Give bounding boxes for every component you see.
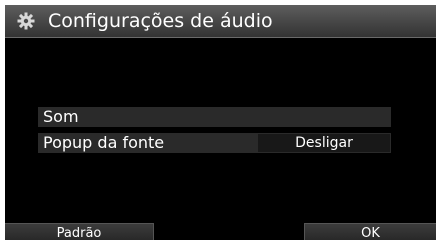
menu-item-label: Popup da fonte — [43, 133, 165, 152]
page-title: Configurações de áudio — [48, 10, 273, 32]
menu-item-label: Som — [43, 107, 79, 126]
title-bar: Configurações de áudio — [5, 5, 436, 38]
gear-icon — [17, 12, 35, 30]
menu-item-popup-da-fonte[interactable]: Popup da fonte Desligar — [38, 133, 391, 153]
default-button[interactable]: Padrão — [5, 223, 154, 240]
audio-settings-screen: Configurações de áudio Som Popup da font… — [5, 5, 436, 240]
menu-item-som[interactable]: Som — [38, 107, 391, 127]
popup-setting-value: Desligar — [258, 134, 390, 152]
ok-button[interactable]: OK — [304, 223, 436, 240]
